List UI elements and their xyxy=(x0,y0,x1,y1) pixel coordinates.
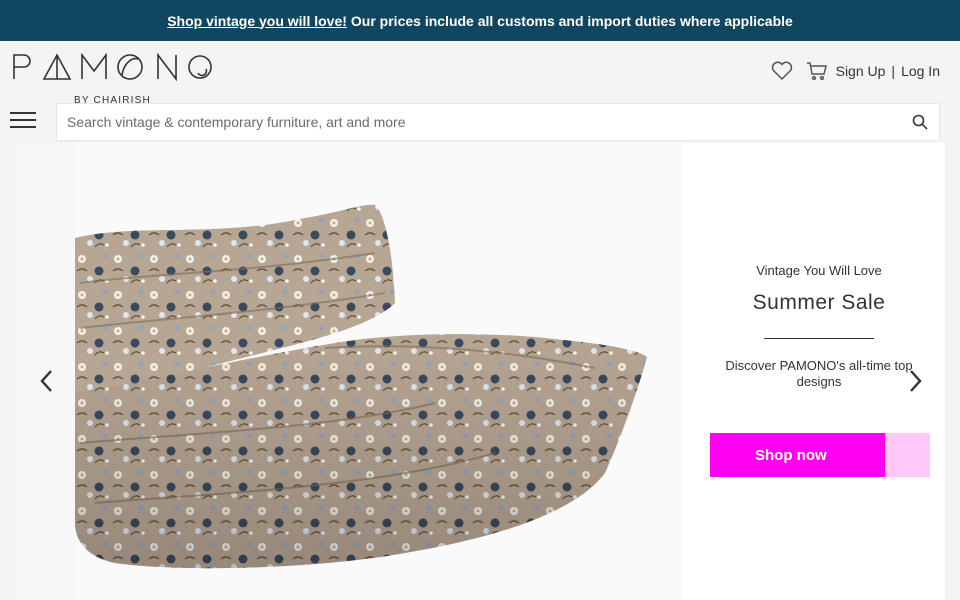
auth-links: Sign Up | Log In xyxy=(836,63,940,79)
promo-link[interactable]: Shop vintage you will love! xyxy=(167,13,347,29)
promo-title: Summer Sale xyxy=(752,291,886,314)
log-in-link[interactable]: Log In xyxy=(901,63,940,79)
hero-carousel: Vintage You Will Love Summer Sale Discov… xyxy=(15,143,945,600)
promo-message: Our prices include all customs and impor… xyxy=(350,12,793,29)
site-header: BY CHAIRISH Sign Up | Log In xyxy=(0,41,960,106)
chevron-left-icon[interactable] xyxy=(37,368,57,394)
shop-now-button[interactable]: Shop now xyxy=(710,433,885,477)
cart-icon[interactable] xyxy=(806,61,830,83)
logo-wordmark xyxy=(13,53,212,82)
auth-separator: | xyxy=(891,63,896,79)
pamono-logo[interactable]: BY CHAIRISH xyxy=(12,53,212,106)
sign-up-link[interactable]: Sign Up xyxy=(836,63,886,79)
promo-divider xyxy=(764,338,874,339)
promo-description: Discover PAMONO's all-time top designs xyxy=(725,358,913,389)
promo-eyebrow: Vintage You Will Love xyxy=(756,263,882,278)
shop-now-button-wrap: Shop now xyxy=(710,433,930,477)
search-icon[interactable] xyxy=(901,103,939,141)
promo-panel: Vintage You Will Love Summer Sale Discov… xyxy=(708,143,930,600)
search-input[interactable] xyxy=(57,104,901,140)
promo-banner: Shop vintage you will love! Our prices i… xyxy=(0,0,960,41)
hamburger-menu-icon[interactable] xyxy=(10,108,36,134)
search-bar xyxy=(56,103,940,141)
heart-icon[interactable] xyxy=(771,61,795,83)
floral-sofa-image[interactable] xyxy=(75,143,682,600)
